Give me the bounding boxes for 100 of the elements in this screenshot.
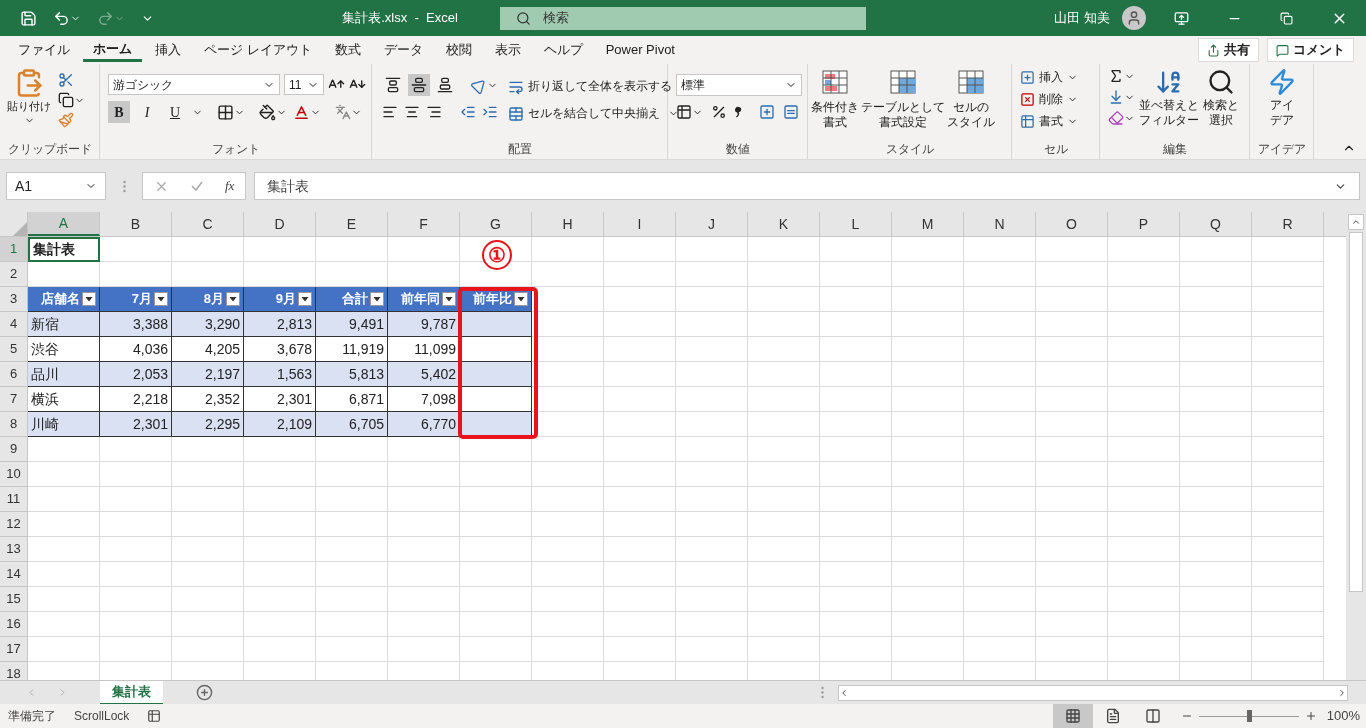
filter-dropdown-icon[interactable]: [442, 292, 456, 306]
scroll-right-icon[interactable]: [1337, 687, 1347, 698]
align-middle-icon[interactable]: [408, 74, 430, 96]
ribbon-display-icon[interactable]: [1174, 10, 1189, 26]
name-box[interactable]: A1: [6, 172, 106, 200]
font-style-button[interactable]: U: [164, 101, 186, 123]
row-header[interactable]: 17: [0, 637, 28, 662]
cell-button[interactable]: 挿入: [1020, 68, 1078, 86]
zoom-in-icon[interactable]: [1304, 710, 1317, 722]
filter-dropdown-icon[interactable]: [370, 292, 384, 306]
editing-button[interactable]: 並べ替えと フィルター: [1139, 68, 1199, 139]
restore-icon[interactable]: [1280, 11, 1293, 25]
avatar-icon[interactable]: [1122, 6, 1146, 30]
column-header[interactable]: R: [1252, 212, 1324, 236]
row-header[interactable]: 1: [0, 237, 28, 262]
grip-icon[interactable]: [122, 179, 126, 193]
comma-icon[interactable]: [735, 105, 743, 119]
zoom-slider-thumb[interactable]: [1246, 710, 1252, 722]
row-header[interactable]: 16: [0, 612, 28, 637]
column-header[interactable]: E: [316, 212, 388, 236]
menu-tab[interactable]: 校閲: [435, 38, 482, 62]
percent-icon[interactable]: [711, 104, 727, 120]
menu-tab[interactable]: 数式: [324, 38, 371, 62]
ideas-button[interactable]: アイ デア: [1254, 68, 1309, 139]
menu-tab[interactable]: ヘルプ: [533, 38, 593, 62]
sum-icon[interactable]: [1108, 68, 1124, 84]
row-header[interactable]: 9: [0, 437, 28, 462]
formula-field[interactable]: 集計表: [254, 172, 1360, 200]
align-left-icon[interactable]: [382, 104, 398, 120]
add-sheet-icon[interactable]: [196, 684, 213, 701]
wrap-text-button[interactable]: 折り返して全体を表示する: [508, 78, 679, 96]
menu-tab[interactable]: Power Pivot: [595, 38, 685, 62]
column-header[interactable]: A: [28, 212, 100, 236]
row-header[interactable]: 14: [0, 562, 28, 587]
editing-button[interactable]: 検索と 選択: [1203, 68, 1239, 139]
scroll-up-icon[interactable]: [1351, 217, 1361, 227]
fill-icon[interactable]: [1108, 89, 1124, 105]
fill-color-icon[interactable]: [259, 103, 276, 121]
filter-dropdown-icon[interactable]: [226, 292, 240, 306]
align-center-icon[interactable]: [404, 104, 420, 120]
column-header[interactable]: P: [1108, 212, 1180, 236]
insert-function-button[interactable]: fx: [225, 176, 235, 196]
search-field[interactable]: 検索: [500, 6, 866, 30]
row-header[interactable]: 13: [0, 537, 28, 562]
style-button[interactable]: セルの スタイル: [946, 68, 996, 139]
filter-dropdown-icon[interactable]: [82, 292, 96, 306]
column-header[interactable]: N: [964, 212, 1036, 236]
cell-button[interactable]: 書式: [1020, 112, 1078, 130]
row-header[interactable]: 4: [0, 312, 28, 337]
menu-tab[interactable]: 挿入: [145, 38, 191, 62]
increase-indent-icon[interactable]: [482, 104, 498, 120]
row-header[interactable]: 6: [0, 362, 28, 387]
font-color-icon[interactable]: [293, 103, 310, 121]
font-name-field[interactable]: 游ゴシック: [108, 74, 280, 95]
sheet-tab[interactable]: 集計表: [100, 680, 163, 705]
column-header[interactable]: L: [820, 212, 892, 236]
column-header[interactable]: G: [460, 212, 532, 236]
row-header[interactable]: 11: [0, 487, 28, 512]
decrease-indent-icon[interactable]: [460, 104, 476, 120]
row-header[interactable]: 3: [0, 287, 28, 312]
column-header[interactable]: K: [748, 212, 820, 236]
cell-button[interactable]: 削除: [1020, 90, 1078, 108]
menu-tab[interactable]: ページ レイアウト: [194, 38, 322, 62]
column-header[interactable]: C: [172, 212, 244, 236]
column-header[interactable]: D: [244, 212, 316, 236]
copy-icon[interactable]: [58, 92, 74, 108]
filter-dropdown-icon[interactable]: [298, 292, 312, 306]
column-header[interactable]: Q: [1180, 212, 1252, 236]
number-format-field[interactable]: 標準: [676, 74, 802, 96]
menu-tab[interactable]: ファイル: [8, 38, 80, 62]
row-header[interactable]: 12: [0, 512, 28, 537]
column-header[interactable]: J: [676, 212, 748, 236]
zoom-slider[interactable]: [1198, 710, 1299, 722]
save-icon[interactable]: [20, 9, 37, 27]
font-style-button[interactable]: B: [108, 101, 130, 123]
column-header[interactable]: H: [532, 212, 604, 236]
row-header[interactable]: 8: [0, 412, 28, 437]
menu-tab[interactable]: データ: [373, 38, 433, 62]
filter-dropdown-icon[interactable]: [154, 292, 168, 306]
column-header[interactable]: I: [604, 212, 676, 236]
vertical-scrollbar[interactable]: [1346, 212, 1366, 680]
menu-tab[interactable]: 表示: [484, 38, 531, 62]
style-button[interactable]: テーブルとして 書式設定: [860, 68, 946, 139]
row-header[interactable]: 7: [0, 387, 28, 412]
borders-icon[interactable]: [217, 103, 234, 121]
row-header[interactable]: 10: [0, 462, 28, 487]
font-style-button[interactable]: I: [136, 101, 158, 123]
row-header[interactable]: 5: [0, 337, 28, 362]
font-size-field[interactable]: 11: [284, 74, 324, 95]
column-header[interactable]: M: [892, 212, 964, 236]
share-button[interactable]: 共有: [1198, 38, 1259, 62]
merge-center-button[interactable]: セルを結合して中央揃え: [508, 105, 679, 123]
phonetic-icon[interactable]: [335, 104, 351, 120]
view-button[interactable]: [1052, 704, 1093, 728]
column-header[interactable]: F: [388, 212, 460, 236]
grip-icon[interactable]: [821, 686, 824, 699]
scroll-left-icon[interactable]: [839, 687, 849, 698]
align-right-icon[interactable]: [426, 104, 442, 120]
row-header[interactable]: 2: [0, 262, 28, 287]
comment-button[interactable]: コメント: [1267, 38, 1354, 62]
